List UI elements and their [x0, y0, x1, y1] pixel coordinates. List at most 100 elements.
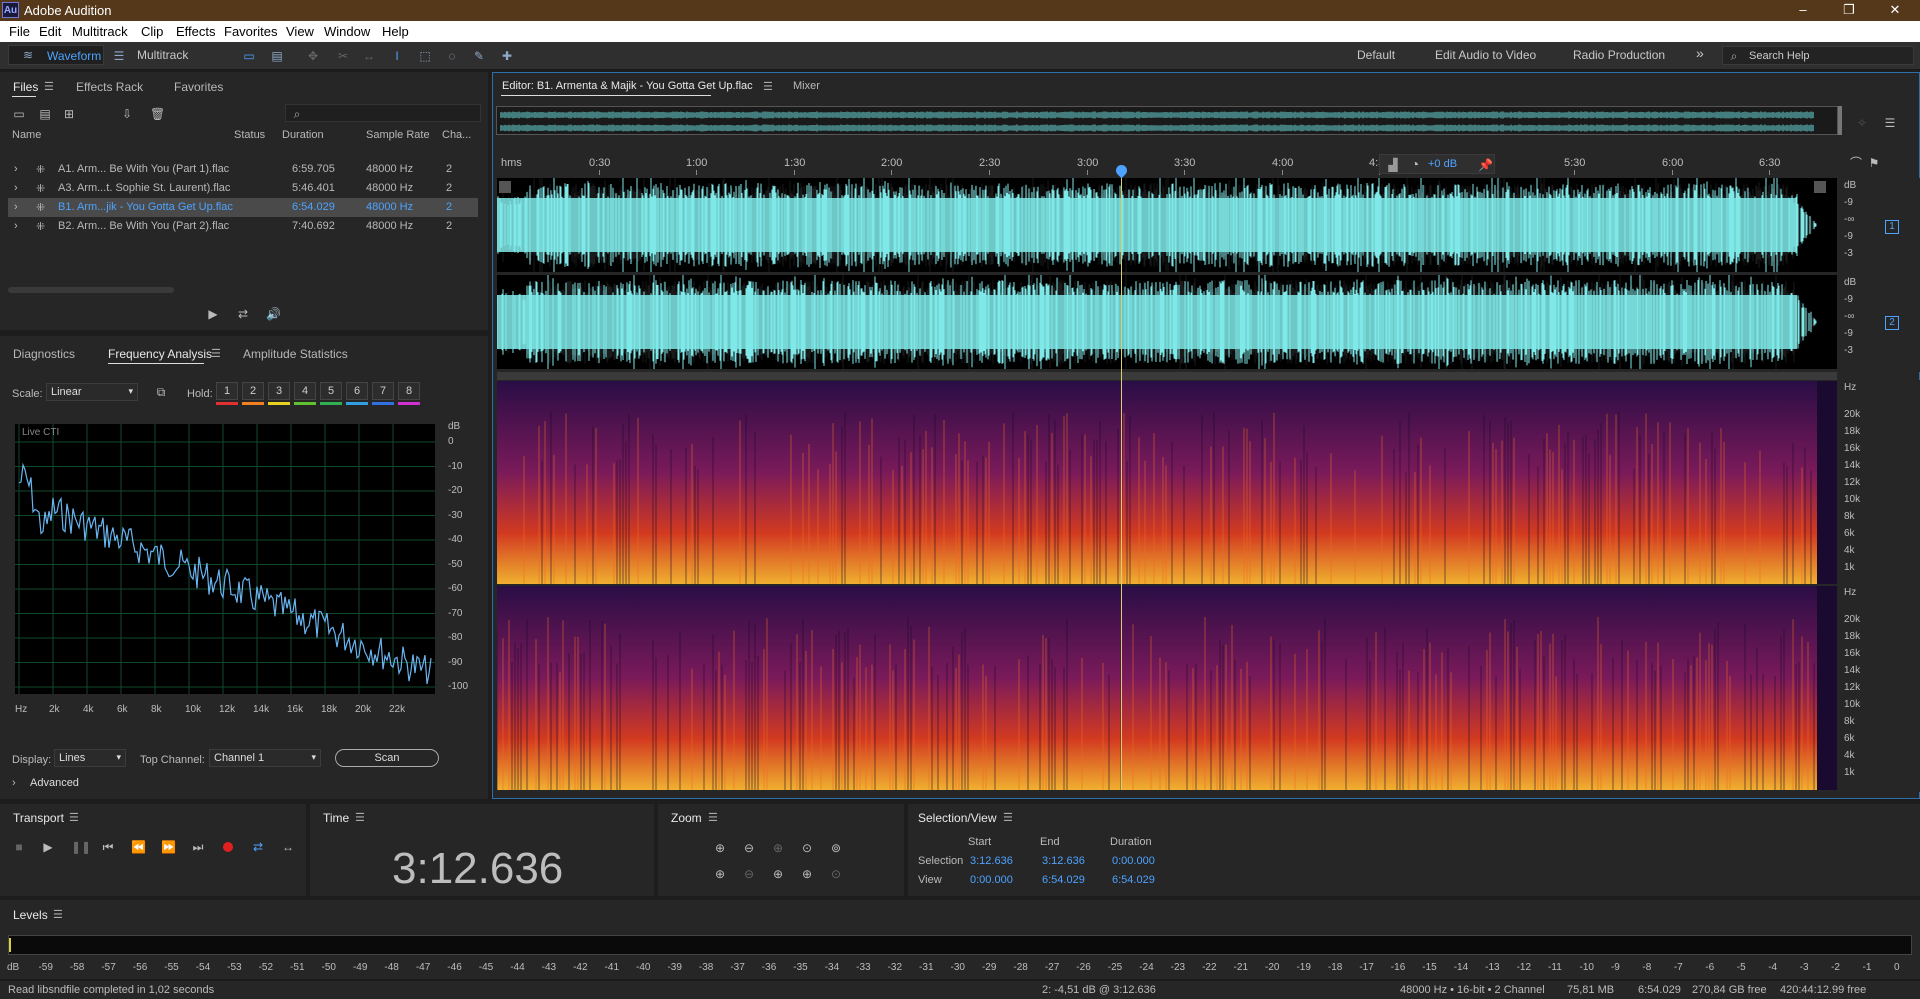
file-row[interactable]: › ⁜ A3. Arm...t. Sophie St. Laurent).flac 5… [8, 179, 478, 198]
time-selection-tool-icon[interactable]: I [390, 50, 404, 62]
hold-button-4[interactable]: 4 [294, 382, 316, 405]
zoom-in-left-icon[interactable]: ⊕ [771, 868, 785, 880]
hud-volume-control[interactable]: ▟ ◔ +0 dB 📌 [1379, 154, 1495, 174]
workspace-default[interactable]: Default [1357, 48, 1395, 62]
loop-playback-icon[interactable]: ⇄ [251, 841, 265, 853]
view-start-value[interactable]: 0:00.000 [970, 874, 1013, 886]
waveform-channel-1[interactable] [497, 178, 1837, 272]
time-menu-icon[interactable]: ☰ [355, 811, 365, 824]
zoom-out-time-icon[interactable]: ⊖ [742, 868, 756, 880]
menu-clip[interactable]: Clip [141, 24, 163, 39]
hold-button-7[interactable]: 7 [372, 382, 394, 405]
spectral-channel-2[interactable] [497, 586, 1837, 790]
tab-effects-rack[interactable]: Effects Rack [76, 80, 143, 94]
tab-editor[interactable]: Editor: B1. Armenta & Majik - You Gotta … [502, 80, 753, 92]
file-row[interactable]: › ⁜ B2. Arm... Be With You (Part 2).flac 7:… [8, 217, 478, 236]
overview-bar[interactable] [496, 106, 1838, 135]
pitch-display-icon[interactable]: ▤ [270, 50, 284, 62]
minimize-button[interactable]: – [1780, 0, 1826, 21]
skip-to-end-icon[interactable]: ⏭ [191, 841, 205, 853]
files-scrollbar[interactable] [8, 287, 174, 293]
menu-edit[interactable]: Edit [39, 24, 61, 39]
razor-tool-icon[interactable]: ✂ [336, 50, 350, 62]
zoom-in-amplitude-icon[interactable]: ⊕ [713, 842, 727, 854]
transport-menu-icon[interactable]: ☰ [69, 811, 79, 824]
analysis-panel-menu-icon[interactable]: ☰ [211, 347, 221, 360]
waveform-view-button[interactable]: ≋ Waveform [8, 45, 104, 65]
multitrack-view-button[interactable]: Multitrack [137, 48, 188, 62]
zoom-in-playhead-icon[interactable]: ⊕ [771, 842, 785, 854]
zoom-out-full-icon[interactable]: ⊙ [800, 842, 814, 854]
spectral-display-icon[interactable]: ▭ [242, 50, 256, 62]
time-display[interactable]: 3:12.636 [392, 844, 563, 894]
autoplay-icon[interactable]: 🔊 [266, 308, 281, 320]
waveform-channel-2[interactable] [497, 275, 1837, 369]
column-name[interactable]: Name [12, 129, 41, 141]
view-end-value[interactable]: 6:54.029 [1042, 874, 1085, 886]
brush-tool-icon[interactable]: ✎ [472, 50, 486, 62]
view-duration-value[interactable]: 6:54.029 [1112, 874, 1155, 886]
selection-view-menu-icon[interactable]: ☰ [1003, 811, 1013, 824]
menu-window[interactable]: Window [324, 24, 370, 39]
files-panel-menu-icon[interactable]: ☰ [44, 80, 54, 93]
pin-icon[interactable]: 📌 [1478, 159, 1493, 171]
file-row[interactable]: › ⁜ B1. Arm...jik - You Gotta Get Up.flac 6… [8, 198, 478, 217]
display-select[interactable]: Lines ▾ [54, 749, 126, 767]
channel-1-badge[interactable]: 1 [1885, 220, 1899, 234]
channel-panel-icon[interactable]: ☰ [1883, 117, 1897, 129]
skip-to-start-icon[interactable]: ⏮ [101, 841, 115, 853]
hold-button-1[interactable]: 1 [216, 382, 238, 405]
healing-tool-icon[interactable]: ✚ [500, 50, 514, 62]
scale-select[interactable]: Linear ▾ [46, 383, 138, 401]
time-ruler[interactable]: hms 0:30 1:00 1:30 2:00 2:30 3:00 3:30 4:00 4:3 5… [497, 153, 1879, 175]
volume-knob-icon[interactable]: ◔ [1408, 157, 1422, 171]
open-file-icon[interactable]: ▭ [12, 108, 26, 120]
fast-forward-icon[interactable]: ⏩ [161, 841, 176, 853]
menu-multitrack[interactable]: Multitrack [72, 24, 128, 39]
column-sample-rate[interactable]: Sample Rate [366, 129, 430, 141]
search-help-field[interactable]: ⌕ Search Help [1722, 46, 1914, 65]
zoom-out-amplitude-icon[interactable]: ⊖ [742, 842, 756, 854]
zoom-in-time-icon[interactable]: ⊕ [713, 868, 727, 880]
scan-button[interactable]: Scan [335, 749, 439, 767]
top-channel-select[interactable]: Channel 1 ▾ [209, 749, 321, 767]
close-button[interactable]: ✕ [1872, 0, 1918, 21]
column-duration[interactable]: Duration [282, 129, 324, 141]
menu-help[interactable]: Help [382, 24, 409, 39]
move-tool-icon[interactable]: ✥ [306, 50, 320, 62]
snap-icon[interactable]: ⌒ [1849, 157, 1863, 169]
zoom-selection-icon[interactable]: ⊚ [829, 842, 843, 854]
chevron-right-icon[interactable]: › [12, 777, 16, 789]
file-row[interactable]: › ⁜ A1. Arm... Be With You (Part 1).flac 6:… [8, 160, 478, 179]
menu-view[interactable]: View [286, 24, 314, 39]
tab-favorites[interactable]: Favorites [174, 80, 223, 94]
loop-preview-icon[interactable]: ⇄ [236, 308, 250, 320]
clip-fade-handle-icon[interactable] [1814, 181, 1826, 193]
workspace-edit-audio-to-video[interactable]: Edit Audio to Video [1435, 48, 1536, 62]
expand-chevron-icon[interactable]: › [14, 201, 18, 213]
maximize-button[interactable]: ❐ [1826, 0, 1872, 21]
rewind-icon[interactable]: ⏪ [131, 841, 146, 853]
hold-button-3[interactable]: 3 [268, 382, 290, 405]
clip-gain-handle-icon[interactable] [499, 181, 511, 193]
overview-scroll-handle[interactable] [1838, 106, 1842, 135]
record-icon[interactable] [223, 842, 233, 852]
column-status[interactable]: Status [234, 129, 265, 141]
waveform-spectral-divider[interactable] [497, 372, 1837, 380]
play-icon[interactable]: ▶ [41, 841, 55, 853]
expand-chevron-icon[interactable]: › [14, 182, 18, 194]
play-preview-icon[interactable]: ▶ [206, 308, 220, 320]
expand-chevron-icon[interactable]: › [14, 220, 18, 232]
menu-file[interactable]: File [9, 24, 30, 39]
lock-to-selection-icon[interactable]: ⧉ [154, 386, 168, 398]
editor-panel-menu-icon[interactable]: ☰ [763, 80, 773, 93]
tab-amplitude-statistics[interactable]: Amplitude Statistics [243, 347, 348, 361]
selection-start-value[interactable]: 3:12.636 [970, 855, 1013, 867]
spectral-channel-1[interactable] [497, 381, 1837, 584]
playhead-line[interactable] [1121, 170, 1122, 790]
tab-files[interactable]: Files [13, 80, 38, 94]
hold-button-8[interactable]: 8 [398, 382, 420, 405]
hold-button-5[interactable]: 5 [320, 382, 342, 405]
zoom-fit-icon[interactable]: ✧ [1855, 117, 1869, 129]
import-file-icon[interactable]: ▤ [38, 108, 52, 120]
